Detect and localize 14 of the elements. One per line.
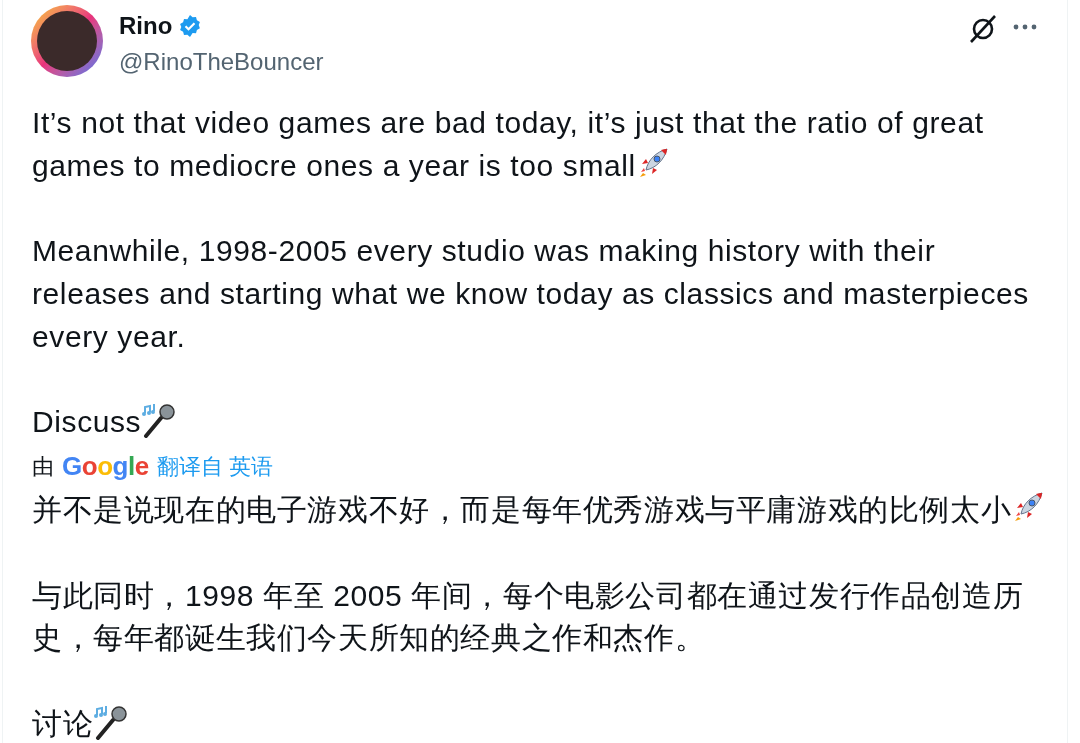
provider-logo: Google (62, 453, 149, 479)
microphone-icon (93, 704, 130, 740)
post-paragraph: 与此同时，1998 年至 2005 年间，每个电影公司都在通过发行作品创造历史，每年都诞生我们今天所知的经典之作和杰作。 (32, 578, 1025, 656)
post-paragraph: It’s not that video games are bad today, it’s just that the ratio of great games to mediocre ones a year is too small (32, 105, 985, 184)
translated-by-label: 由 (32, 452, 54, 481)
post-paragraph: Meanwhile, 1998-2005 every studio was making history with their releases and starting what we know today as classics and masterpieces every year. (32, 233, 1030, 355)
author-name[interactable]: Rino (119, 11, 173, 41)
more-icon[interactable] (1013, 23, 1037, 31)
post-paragraph: Discuss (32, 400, 1053, 443)
post-paragraph: 讨论 (32, 703, 1053, 743)
microphone-icon (141, 402, 178, 438)
post-paragraph: 并不是说现在的电子游戏不好，而是每年优秀游戏与平庸游戏的比例太小 (32, 489, 1053, 531)
author-handle[interactable]: @RinoTheBouncer (119, 47, 324, 77)
slashed-circle-icon[interactable] (967, 13, 999, 45)
